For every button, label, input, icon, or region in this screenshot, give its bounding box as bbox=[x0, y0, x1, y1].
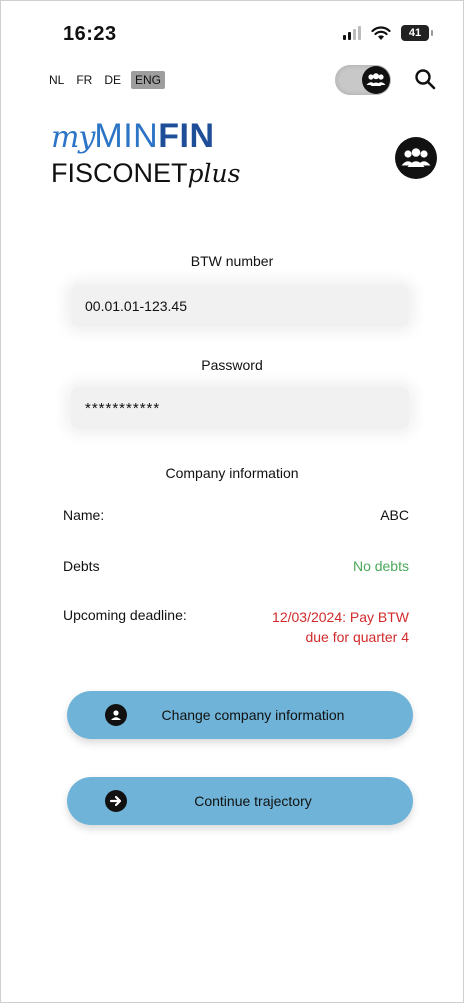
status-bar: 16:23 41 bbox=[1, 23, 463, 47]
lang-eng[interactable]: ENG bbox=[131, 71, 166, 89]
profile-button[interactable] bbox=[395, 137, 437, 179]
search-icon bbox=[415, 69, 436, 90]
logo-minfin: MINFIN bbox=[94, 117, 215, 155]
lang-fr[interactable]: FR bbox=[74, 71, 94, 89]
app-screen: 16:23 41 NL FR DE ENG myMINFIN FISCONETp… bbox=[0, 0, 464, 1003]
password-label: Password bbox=[201, 357, 263, 373]
search-button[interactable] bbox=[413, 67, 439, 93]
change-company-info-label: Change company information bbox=[161, 707, 345, 723]
wifi-icon bbox=[371, 25, 391, 40]
deadline-line2: due for quarter 4 bbox=[305, 629, 409, 645]
deadline-value: 12/03/2024: Pay BTW due for quarter 4 bbox=[272, 607, 409, 647]
battery-icon: 41 bbox=[401, 25, 433, 41]
company-info-heading: Company information bbox=[165, 465, 299, 481]
arrow-right-circle-icon bbox=[105, 790, 127, 812]
continue-trajectory-label: Continue trajectory bbox=[194, 793, 312, 809]
language-selector: NL FR DE ENG bbox=[47, 71, 166, 89]
change-company-info-button[interactable]: Change company information bbox=[67, 691, 413, 739]
signal-icon bbox=[343, 26, 361, 40]
company-name-value: ABC bbox=[380, 507, 409, 523]
company-name-row: Name: ABC bbox=[63, 507, 409, 523]
password-value: *********** bbox=[85, 399, 161, 417]
debts-label: Debts bbox=[63, 558, 100, 574]
deadline-label: Upcoming deadline: bbox=[63, 607, 187, 623]
people-group-icon bbox=[362, 66, 390, 94]
logo-my: my bbox=[51, 120, 95, 155]
debts-row: Debts No debts bbox=[63, 558, 409, 574]
lang-de[interactable]: DE bbox=[102, 71, 123, 89]
deadline-row: Upcoming deadline: 12/03/2024: Pay BTW d… bbox=[63, 607, 409, 647]
btw-number-field[interactable]: 00.01.01-123.45 bbox=[71, 285, 409, 327]
deadline-line1: 12/03/2024: Pay BTW bbox=[272, 609, 409, 625]
password-field[interactable]: *********** bbox=[71, 387, 409, 429]
status-icons: 41 bbox=[343, 25, 433, 41]
lang-nl[interactable]: NL bbox=[47, 71, 66, 89]
btw-number-value: 00.01.01-123.45 bbox=[85, 298, 187, 314]
user-circle-icon bbox=[105, 704, 127, 726]
company-name-label: Name: bbox=[63, 507, 105, 523]
status-time: 16:23 bbox=[63, 23, 117, 45]
logo-fisconet: FISCONETplus bbox=[51, 158, 241, 188]
mode-toggle[interactable] bbox=[335, 65, 391, 95]
debts-value: No debts bbox=[352, 558, 409, 574]
continue-trajectory-button[interactable]: Continue trajectory bbox=[67, 777, 413, 825]
btw-label: BTW number bbox=[190, 253, 274, 269]
people-group-icon bbox=[401, 148, 431, 167]
app-logo: myMINFIN FISCONETplus bbox=[51, 117, 240, 189]
